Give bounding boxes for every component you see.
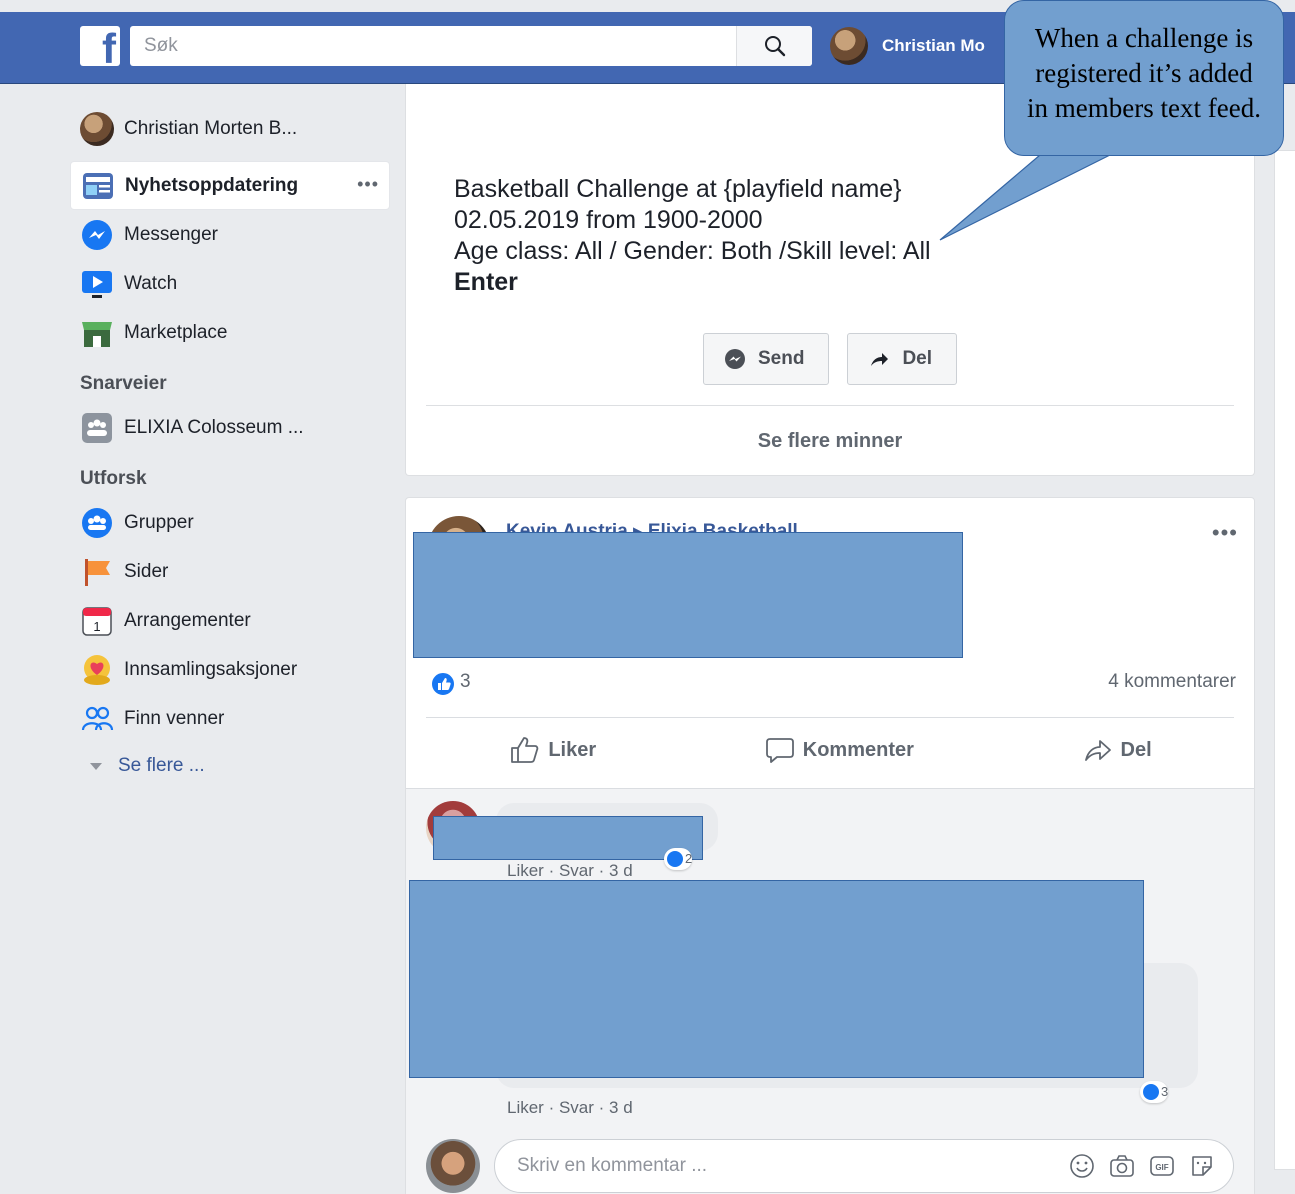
messenger-icon [725, 349, 745, 369]
callout-line-1: When a challenge is [1034, 23, 1254, 53]
sidebar-item-elixia[interactable]: ELIXIA Colosseum ... [70, 403, 390, 452]
sidebar-item-find-friends[interactable]: Finn venner [70, 694, 390, 743]
send-button[interactable]: Send [703, 333, 830, 385]
sidebar-item-events[interactable]: 1 Arrangementer [70, 596, 390, 645]
explore-heading: Utforsk [80, 468, 147, 489]
sidebar-item-groups[interactable]: Grupper [70, 498, 390, 547]
redacted-post-content [413, 532, 963, 658]
comment-actions[interactable]: Liker · Svar · 3 d [507, 1098, 633, 1118]
comment-button[interactable]: Kommenter [765, 736, 914, 764]
comment-label: Kommenter [802, 738, 914, 761]
thumbs-up-icon [511, 737, 539, 763]
comment-reaction-badge[interactable]: 2 [664, 848, 692, 870]
send-label: Send [758, 348, 805, 369]
feed-post: Kevin Austria ▸ Elixia Basketball ••• 3 … [405, 497, 1255, 1194]
comment-composer: GIF [494, 1139, 1234, 1193]
like-reaction-icon [1143, 1084, 1159, 1100]
sidebar-item-label: Innsamlingsaksjoner [124, 658, 298, 680]
groups-icon [80, 506, 114, 540]
reaction-count[interactable]: 3 [460, 671, 471, 693]
sidebar-item-label: Sider [124, 560, 169, 582]
callout-line-2: registered it’s added [1035, 58, 1253, 88]
callout-line-3: in members text feed. [1027, 93, 1261, 123]
sidebar-item-fundraisers[interactable]: Innsamlingsaksjoner [70, 645, 390, 694]
divider [426, 405, 1234, 406]
see-more-label: Se flere ... [118, 755, 205, 776]
reaction-summary: 3 4 kommentarer [426, 668, 1236, 698]
camera-icon[interactable] [1109, 1153, 1135, 1179]
gif-icon[interactable]: GIF [1149, 1153, 1175, 1179]
comment-reaction-badge[interactable]: 3 [1140, 1081, 1168, 1103]
post-actions: Liker Kommenter Del [426, 720, 1236, 780]
sidebar-item-label: Watch [124, 272, 178, 294]
see-more-memories-link[interactable]: Se flere minner [406, 430, 1254, 453]
sidebar-item-pages[interactable]: Sider [70, 547, 390, 596]
comment-actions[interactable]: Liker · Svar · 3 d [507, 861, 633, 881]
comment-reaction-count: 2 [685, 851, 693, 866]
more-options-icon[interactable]: ••• [1212, 520, 1238, 546]
memory-buttons: Send Del [703, 333, 958, 385]
comment-count[interactable]: 4 kommentarer [1108, 671, 1236, 693]
calendar-icon: 1 [80, 604, 114, 638]
redacted-comment [409, 880, 1144, 1078]
sidebar-item-label: Arrangementer [124, 609, 251, 631]
watch-icon [80, 267, 114, 301]
chevron-down-icon [90, 762, 102, 770]
comment-bubble-icon [765, 738, 794, 763]
share-label: Del [1120, 738, 1152, 761]
composer-icons: GIF [1069, 1153, 1215, 1179]
share-arrow-icon [871, 353, 889, 366]
divider [426, 717, 1234, 718]
marketplace-icon [80, 316, 114, 350]
comment-input[interactable] [495, 1140, 1015, 1192]
group-icon [80, 411, 114, 445]
like-button[interactable]: Liker [510, 736, 596, 764]
enter-link[interactable]: Enter [454, 267, 931, 298]
sidebar-item-label: Grupper [124, 511, 194, 533]
sidebar-item-label: Finn venner [124, 707, 225, 729]
fundraiser-icon [80, 653, 114, 687]
redacted-comment [433, 816, 703, 860]
shortcuts-heading: Snarveier [80, 373, 167, 394]
emoji-icon[interactable] [1069, 1153, 1095, 1179]
gif-label: GIF [1155, 1163, 1168, 1172]
right-column [1274, 150, 1295, 1170]
calendar-day: 1 [93, 619, 100, 634]
like-reaction-icon[interactable] [430, 671, 456, 697]
pages-flag-icon [80, 555, 114, 589]
share-label: Del [902, 348, 933, 369]
share-post-button[interactable]: Del [1083, 736, 1152, 764]
like-label: Liker [548, 738, 597, 761]
see-more-link[interactable]: Se flere ... [70, 743, 390, 789]
sidebar-item-label: Marketplace [124, 321, 228, 343]
like-reaction-icon [667, 851, 683, 867]
sidebar-item-label: ELIXIA Colosseum ... [124, 416, 304, 438]
annotation-callout: When a challenge is registered it’s adde… [1004, 0, 1284, 156]
avatar [426, 1139, 480, 1193]
sidebar-item-marketplace[interactable]: Marketplace [70, 308, 390, 357]
sidebar-item-watch[interactable]: Watch [70, 259, 390, 308]
sticker-icon[interactable] [1189, 1153, 1215, 1179]
comment-reaction-count: 3 [1161, 1084, 1169, 1099]
find-friends-icon [80, 702, 114, 736]
share-button[interactable]: Del [847, 333, 958, 385]
share-arrow-icon [1084, 740, 1111, 761]
